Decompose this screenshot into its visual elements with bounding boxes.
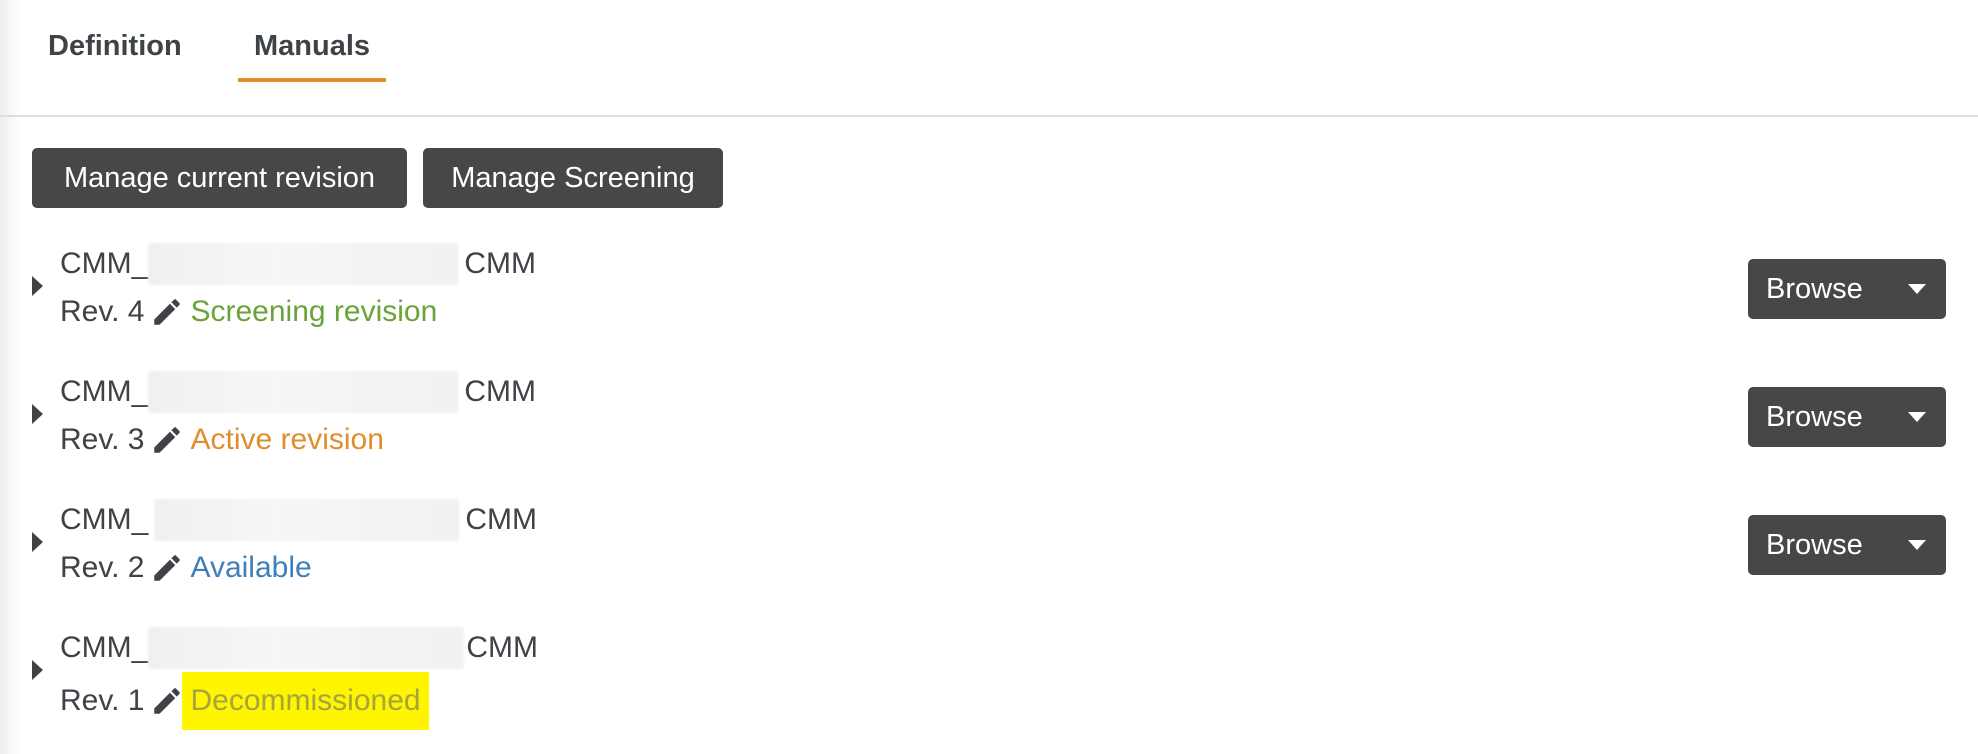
revision-line: Rev. 2 Available [60, 546, 312, 589]
caret-down-icon [1908, 540, 1926, 550]
expand-caret-icon[interactable] [32, 532, 43, 552]
browse-dropdown-button[interactable]: Browse [1748, 515, 1946, 575]
browse-label: Browse [1766, 529, 1863, 561]
browse-label: Browse [1766, 401, 1863, 433]
expand-caret-icon[interactable] [32, 660, 43, 680]
status-active-revision: Active revision [190, 423, 384, 457]
revision-label: Rev. 3 [60, 423, 145, 457]
status-decommissioned: Decommissioned [182, 672, 429, 730]
browse-label: Browse [1766, 273, 1863, 305]
manuals-panel: Definition Manuals Manage current revisi… [0, 0, 1978, 754]
pencil-icon[interactable] [150, 551, 184, 585]
revision-label: Rev. 2 [60, 551, 145, 585]
manual-row: CMM_ CMM Rev. 3 Active revision Browse [0, 368, 1978, 478]
status-available: Available [190, 551, 312, 585]
pencil-icon[interactable] [150, 684, 184, 718]
revision-label: Rev. 1 [60, 684, 145, 717]
manage-screening-button[interactable]: Manage Screening [423, 148, 723, 208]
expand-caret-icon[interactable] [32, 276, 43, 296]
manual-name-suffix: CMM [464, 247, 536, 281]
pencil-icon[interactable] [150, 423, 184, 457]
manual-name-prefix: CMM_ [60, 631, 149, 665]
manual-name-prefix: CMM_ [60, 247, 149, 281]
status-screening-revision: Screening revision [190, 295, 438, 329]
manual-row: CMM_ CMM Rev. 1 Decommissioned [0, 624, 1978, 734]
revision-line: Rev. 1 Decommissioned [60, 672, 429, 730]
revision-label: Rev. 4 [60, 295, 145, 329]
tab-bar: Definition Manuals [0, 0, 1978, 117]
manual-name: CMM_ CMM [60, 627, 538, 670]
revision-line: Rev. 4 Screening revision [60, 290, 437, 333]
browse-dropdown-button[interactable]: Browse [1748, 259, 1946, 319]
browse-dropdown-button[interactable]: Browse [1748, 387, 1946, 447]
redacted-name-block [154, 499, 460, 542]
manual-name: CMM_ CMM [60, 499, 537, 542]
manual-name: CMM_ CMM [60, 371, 536, 414]
caret-down-icon [1908, 412, 1926, 422]
caret-down-icon [1908, 284, 1926, 294]
revision-line: Rev. 3 Active revision [60, 418, 384, 461]
manual-row: CMM_ CMM Rev. 4 Screening revision Browse [0, 240, 1978, 350]
manage-current-revision-button[interactable]: Manage current revision [32, 148, 407, 208]
expand-caret-icon[interactable] [32, 404, 43, 424]
manual-name-prefix: CMM_ [60, 375, 149, 409]
redacted-name-block [148, 371, 459, 414]
pencil-icon[interactable] [150, 295, 184, 329]
tab-manuals[interactable]: Manuals [238, 26, 387, 82]
manual-name-prefix: CMM_ [60, 503, 149, 537]
manual-name-suffix: CMM [465, 503, 537, 537]
manual-name: CMM_ CMM [60, 243, 536, 286]
redacted-name-block [148, 627, 465, 670]
tab-definition[interactable]: Definition [32, 26, 198, 82]
manual-name-suffix: CMM [466, 631, 538, 665]
manual-row: CMM_ CMM Rev. 2 Available Browse [0, 496, 1978, 606]
redacted-name-block [148, 243, 459, 286]
manual-name-suffix: CMM [464, 375, 536, 409]
